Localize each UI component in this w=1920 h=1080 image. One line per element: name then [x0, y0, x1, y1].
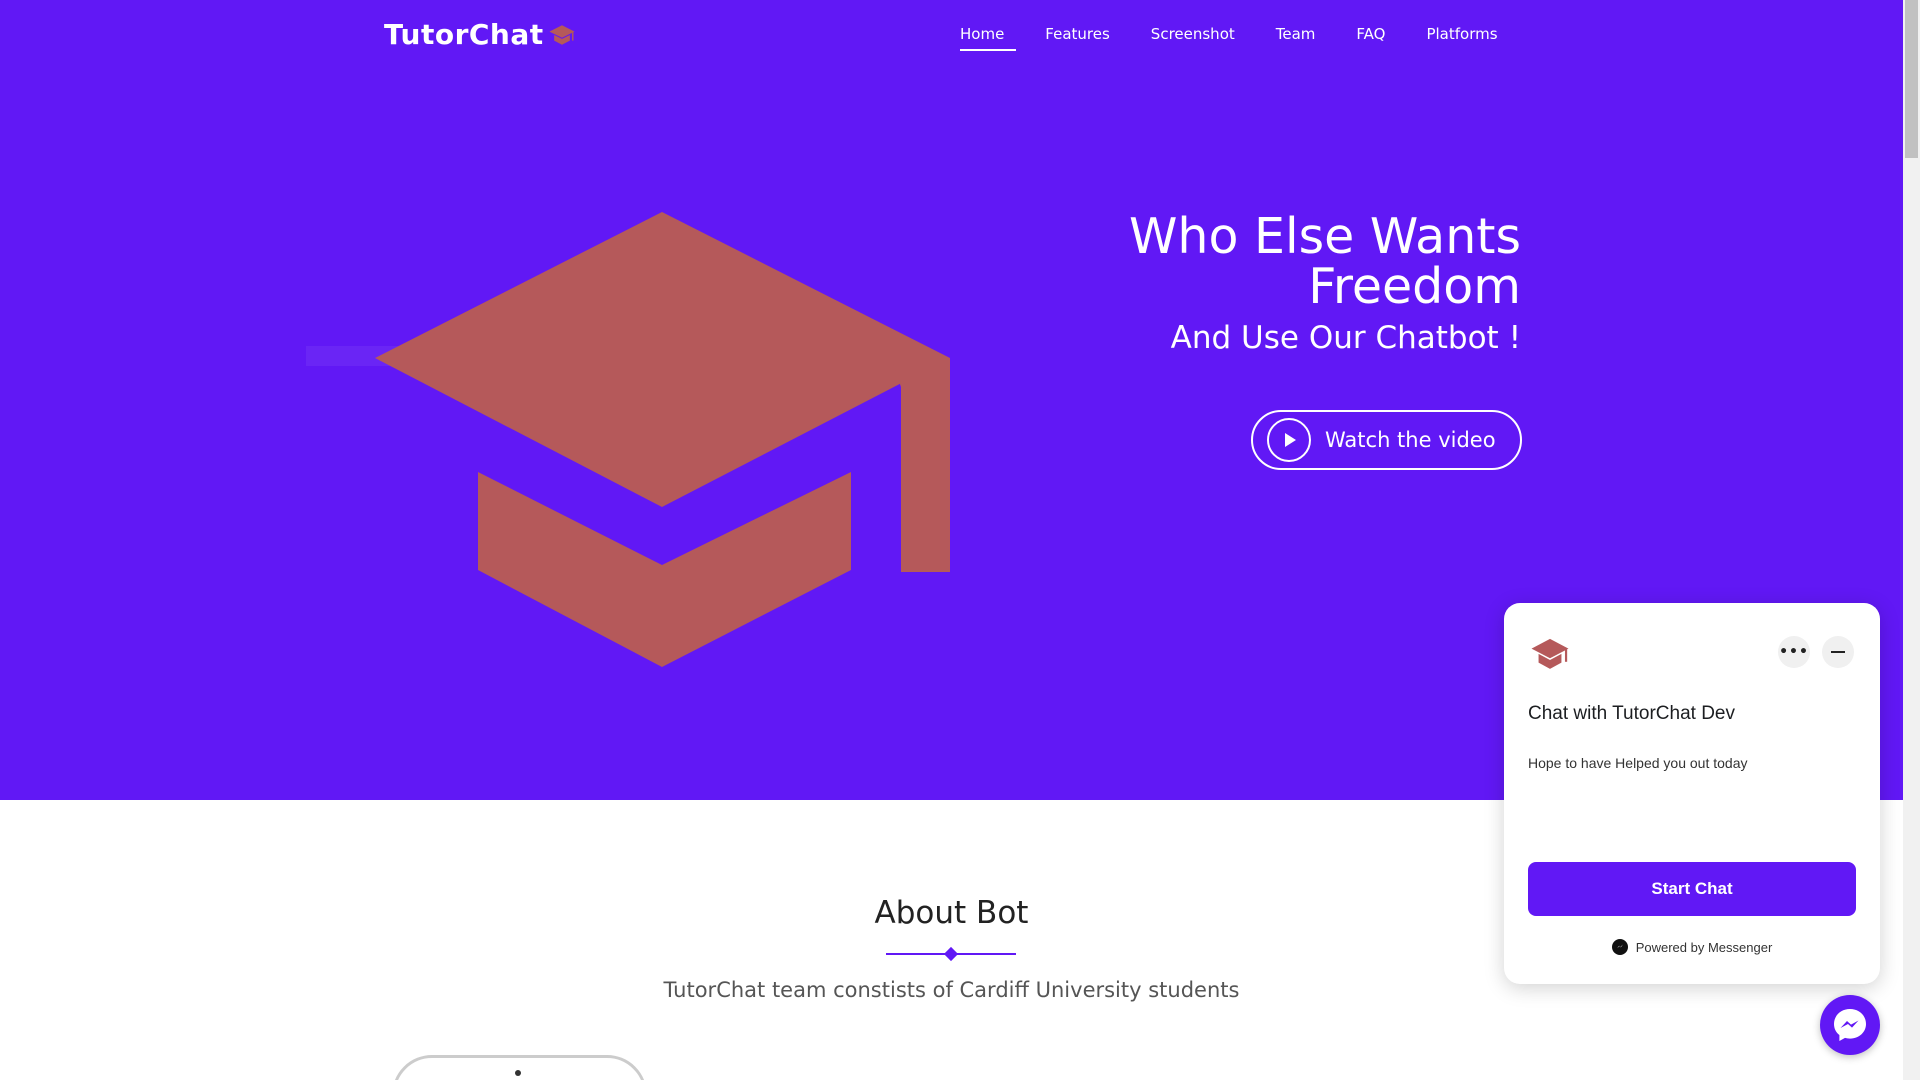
chat-title: Chat with TutorChat Dev — [1528, 703, 1735, 724]
nav-links: Home Features Screenshot Team FAQ Platfo… — [960, 0, 1539, 72]
messenger-icon — [1834, 1009, 1866, 1041]
hero-title: Who Else Wants Freedom — [1128, 208, 1521, 315]
phone-camera — [515, 1070, 521, 1076]
more-options-button[interactable]: ••• — [1778, 636, 1810, 668]
brand-name: TutorChat — [384, 18, 544, 51]
graduation-cap-icon — [549, 24, 575, 45]
about-divider-diamond — [943, 946, 959, 962]
hero-subtitle: And Use Our Chatbot ! — [1170, 320, 1521, 356]
start-chat-button[interactable]: Start Chat — [1528, 862, 1856, 916]
messenger-chat-button[interactable] — [1820, 995, 1880, 1055]
scrollbar-thumb[interactable] — [1905, 0, 1918, 158]
chat-widget: ••• Chat with TutorChat Dev Hope to have… — [1504, 603, 1880, 984]
minimize-button[interactable] — [1822, 636, 1854, 668]
nav-home[interactable]: Home — [960, 21, 1017, 51]
watch-video-button[interactable]: Watch the video — [1251, 410, 1522, 470]
nav-team[interactable]: Team — [1276, 21, 1316, 51]
brand-logo[interactable]: TutorChat — [384, 18, 576, 51]
play-icon — [1267, 418, 1311, 462]
chat-message: Hope to have Helped you out today — [1528, 755, 1748, 771]
minus-icon — [1831, 651, 1845, 653]
nav-platforms[interactable]: Platforms — [1426, 21, 1497, 51]
nav-screenshot[interactable]: Screenshot — [1151, 21, 1235, 51]
nav-faq[interactable]: FAQ — [1356, 21, 1385, 51]
scrollbar[interactable] — [1903, 0, 1920, 1080]
powered-by: Powered by Messenger — [1504, 939, 1880, 955]
powered-by-label: Powered by Messenger — [1635, 939, 1773, 955]
graduation-cap-icon — [1531, 638, 1569, 669]
graduation-cap-icon — [375, 212, 950, 667]
watch-video-label: Watch the video — [1325, 428, 1496, 452]
phone-mockup — [392, 1055, 647, 1080]
navbar: TutorChat Home Features Screenshot Team … — [0, 0, 1903, 72]
nav-features[interactable]: Features — [1045, 21, 1110, 51]
messenger-icon — [1611, 939, 1628, 955]
